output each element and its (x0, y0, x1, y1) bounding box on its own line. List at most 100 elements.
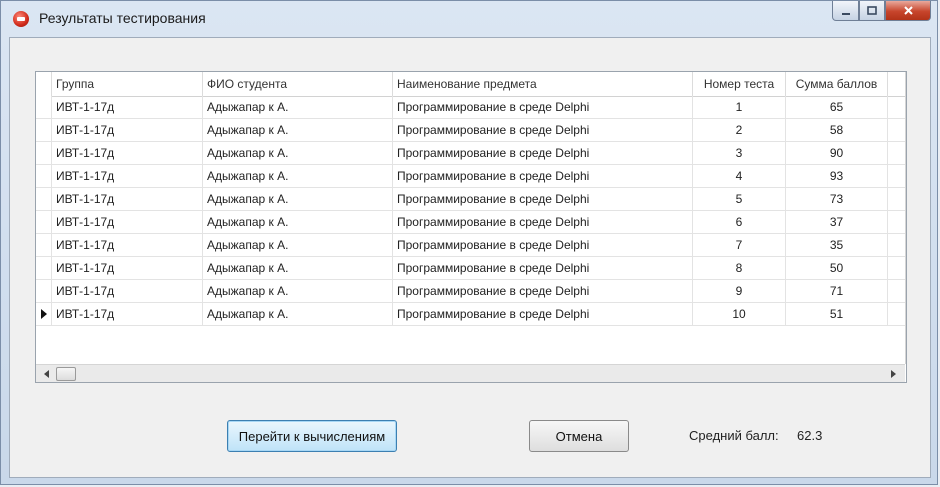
cell-test-number[interactable]: 5 (693, 188, 786, 210)
table-row[interactable]: ИВТ-1-17д Адыжапар к А. Программирование в… (36, 142, 906, 165)
cell-group[interactable]: ИВТ-1-17д (52, 257, 203, 279)
row-indicator[interactable] (36, 280, 52, 302)
row-indicator[interactable] (36, 234, 52, 256)
cell-group[interactable]: ИВТ-1-17д (52, 119, 203, 141)
table-row[interactable]: ИВТ-1-17д Адыжапар к А. Программирование в… (36, 280, 906, 303)
cell-score-sum[interactable]: 73 (786, 188, 888, 210)
cell-group[interactable]: ИВТ-1-17д (52, 96, 203, 118)
cell-student[interactable]: Адыжапар к А. (203, 142, 393, 164)
cell-score-sum[interactable]: 37 (786, 211, 888, 233)
cell-subject[interactable]: Программирование в среде Delphi (393, 280, 693, 302)
column-header-subject[interactable]: Наименование предмета (393, 72, 693, 96)
column-header-student[interactable]: ФИО студента (203, 72, 393, 96)
cell-score-sum[interactable]: 71 (786, 280, 888, 302)
table-row[interactable]: ИВТ-1-17д Адыжапар к А. Программирование в… (36, 257, 906, 280)
table-row[interactable]: ИВТ-1-17д Адыжапар к А. Программирование в… (36, 188, 906, 211)
row-indicator[interactable] (36, 142, 52, 164)
row-indicator[interactable] (36, 165, 52, 187)
cell-group[interactable]: ИВТ-1-17д (52, 234, 203, 256)
cell-score-sum[interactable]: 93 (786, 165, 888, 187)
cell-group[interactable]: ИВТ-1-17д (52, 303, 203, 325)
cell-subject[interactable]: Программирование в среде Delphi (393, 119, 693, 141)
grid-rows: ИВТ-1-17д Адыжапар к А. Программирование в… (36, 96, 906, 326)
vertical-scrollbar[interactable] (905, 72, 907, 364)
maximize-button[interactable] (859, 1, 885, 21)
cell-subject[interactable]: Программирование в среде Delphi (393, 165, 693, 187)
cell-test-number[interactable]: 4 (693, 165, 786, 187)
cell-test-number[interactable]: 9 (693, 280, 786, 302)
minimize-icon (841, 12, 850, 15)
client-area: Группа ФИО студента Наименование предмет… (9, 37, 931, 478)
horizontal-scrollbar[interactable] (36, 364, 905, 382)
scroll-right-icon (891, 370, 896, 378)
close-button[interactable] (885, 1, 931, 21)
cell-student[interactable]: Адыжапар к А. (203, 165, 393, 187)
table-row[interactable]: ИВТ-1-17д Адыжапар к А. Программирование в… (36, 303, 906, 326)
cell-test-number[interactable]: 1 (693, 96, 786, 118)
cell-group[interactable]: ИВТ-1-17д (52, 188, 203, 210)
cell-test-number[interactable]: 2 (693, 119, 786, 141)
compute-button[interactable]: Перейти к вычислениям (227, 420, 397, 452)
cell-subject[interactable]: Программирование в среде Delphi (393, 234, 693, 256)
cell-score-sum[interactable]: 58 (786, 119, 888, 141)
cell-group[interactable]: ИВТ-1-17д (52, 142, 203, 164)
average-score-label: Средний балл: (689, 428, 779, 443)
cancel-button[interactable]: Отмена (529, 420, 629, 452)
cell-test-number[interactable]: 10 (693, 303, 786, 325)
cell-student[interactable]: Адыжапар к А. (203, 119, 393, 141)
grid-header: Группа ФИО студента Наименование предмет… (36, 72, 906, 97)
column-header-test-number[interactable]: Номер теста (693, 72, 786, 96)
cell-test-number[interactable]: 6 (693, 211, 786, 233)
app-icon[interactable] (13, 11, 29, 27)
cell-score-sum[interactable]: 50 (786, 257, 888, 279)
row-indicator[interactable] (36, 303, 52, 325)
cell-test-number[interactable]: 8 (693, 257, 786, 279)
scroll-left-button[interactable] (38, 366, 54, 382)
scroll-up-button[interactable] (906, 74, 907, 92)
cell-group[interactable]: ИВТ-1-17д (52, 165, 203, 187)
cell-student[interactable]: Адыжапар к А. (203, 211, 393, 233)
horizontal-scroll-thumb[interactable] (56, 367, 76, 381)
cell-student[interactable]: Адыжапар к А. (203, 96, 393, 118)
cell-test-number[interactable]: 7 (693, 234, 786, 256)
cell-student[interactable]: Адыжапар к А. (203, 188, 393, 210)
column-header-group[interactable]: Группа (52, 72, 203, 96)
cell-student[interactable]: Адыжапар к А. (203, 280, 393, 302)
cell-score-sum[interactable]: 51 (786, 303, 888, 325)
cell-subject[interactable]: Программирование в среде Delphi (393, 96, 693, 118)
table-row[interactable]: ИВТ-1-17д Адыжапар к А. Программирование в… (36, 165, 906, 188)
scroll-down-button[interactable] (906, 340, 907, 358)
scroll-left-icon (44, 370, 49, 378)
cell-subject[interactable]: Программирование в среде Delphi (393, 257, 693, 279)
cell-group[interactable]: ИВТ-1-17д (52, 211, 203, 233)
results-window: Результаты тестирования Группа ФИО студе… (0, 0, 938, 485)
row-indicator[interactable] (36, 211, 52, 233)
table-row[interactable]: ИВТ-1-17д Адыжапар к А. Программирование в… (36, 119, 906, 142)
row-indicator[interactable] (36, 96, 52, 118)
cell-subject[interactable]: Программирование в среде Delphi (393, 211, 693, 233)
cell-student[interactable]: Адыжапар к А. (203, 303, 393, 325)
cell-subject[interactable]: Программирование в среде Delphi (393, 188, 693, 210)
minimize-button[interactable] (832, 1, 859, 21)
results-grid[interactable]: Группа ФИО студента Наименование предмет… (35, 71, 907, 383)
row-indicator[interactable] (36, 119, 52, 141)
table-row[interactable]: ИВТ-1-17д Адыжапар к А. Программирование в… (36, 234, 906, 257)
cell-subject[interactable]: Программирование в среде Delphi (393, 303, 693, 325)
cell-score-sum[interactable]: 90 (786, 142, 888, 164)
table-row[interactable]: ИВТ-1-17д Адыжапар к А. Программирование в… (36, 96, 906, 119)
row-indicator[interactable] (36, 257, 52, 279)
cell-student[interactable]: Адыжапар к А. (203, 257, 393, 279)
table-row[interactable]: ИВТ-1-17д Адыжапар к А. Программирование в… (36, 211, 906, 234)
cell-test-number[interactable]: 3 (693, 142, 786, 164)
scroll-right-button[interactable] (886, 366, 902, 382)
cell-student[interactable]: Адыжапар к А. (203, 234, 393, 256)
row-indicator[interactable] (36, 188, 52, 210)
cell-group[interactable]: ИВТ-1-17д (52, 280, 203, 302)
cell-score-sum[interactable]: 65 (786, 96, 888, 118)
title-bar[interactable]: Результаты тестирования (1, 1, 937, 37)
row-pointer-icon (40, 309, 47, 319)
column-header-score-sum[interactable]: Сумма баллов (786, 72, 888, 96)
cell-score-sum[interactable]: 35 (786, 234, 888, 256)
cell-subject[interactable]: Программирование в среде Delphi (393, 142, 693, 164)
caption-buttons (832, 1, 931, 23)
